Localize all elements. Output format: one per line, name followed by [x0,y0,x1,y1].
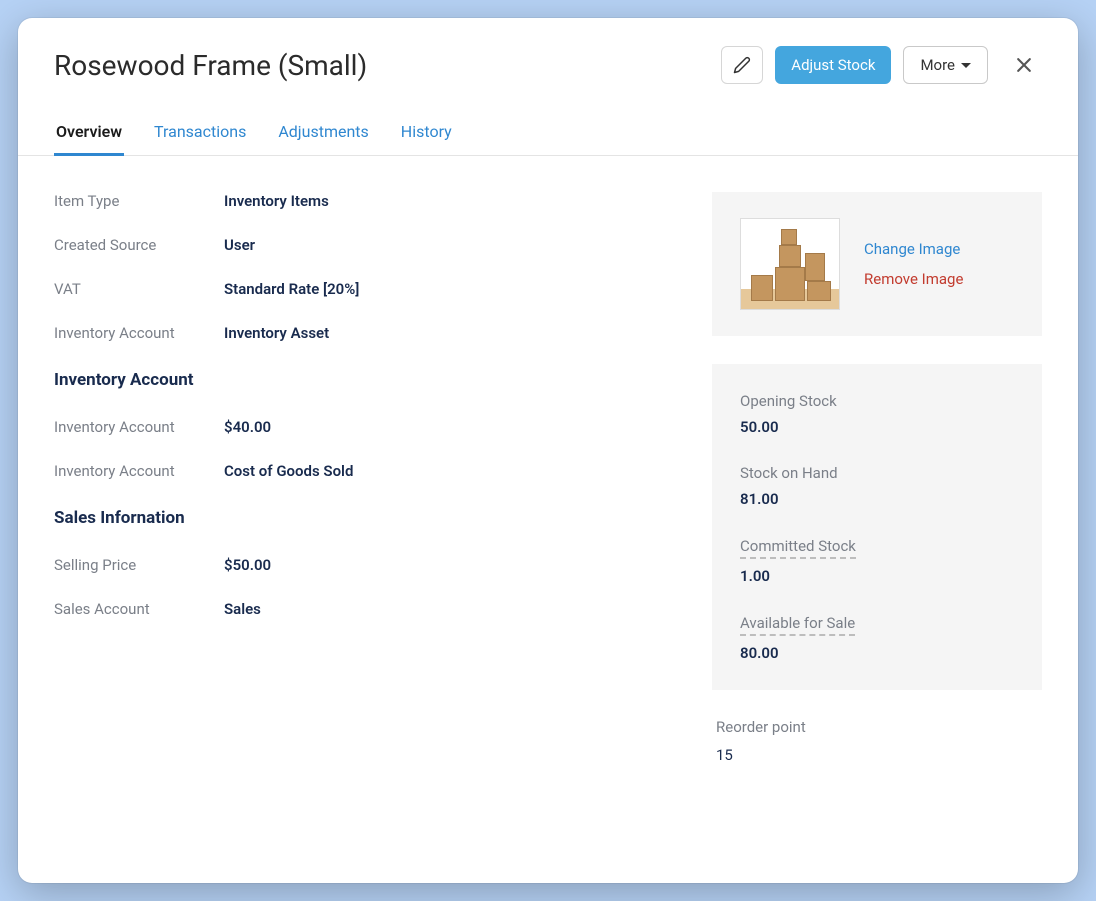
box-icon [805,253,825,281]
box-icon [781,229,797,245]
box-icon [779,245,801,267]
close-button[interactable] [1006,47,1042,83]
tabs: Overview Transactions Adjustments Histor… [18,112,1078,156]
row-inv-amount: Inventory Account $40.00 [54,418,682,436]
label-sales-account: Sales Account [54,600,224,618]
label-available-for-sale: Available for Sale [740,614,855,636]
row-inv-cogs: Inventory Account Cost of Goods Sold [54,462,682,480]
box-icon [775,267,805,301]
value-created-source: User [224,236,255,254]
adjust-stock-button[interactable]: Adjust Stock [775,46,891,84]
box-icon [807,281,831,301]
image-links: Change Image Remove Image [864,240,963,288]
value-sales-account: Sales [224,600,261,618]
chevron-down-icon [961,63,971,68]
left-column: Item Type Inventory Items Created Source… [54,192,682,764]
section-sales-information: Sales Infornation [54,508,682,528]
row-vat: VAT Standard Rate [20%] [54,280,682,298]
close-icon [1014,55,1034,75]
tab-transactions[interactable]: Transactions [152,112,248,156]
row-stock-on-hand: Stock on Hand 81.00 [740,464,1014,508]
value-item-type: Inventory Items [224,192,329,210]
label-reorder-point: Reorder point [716,718,1038,736]
label-opening-stock: Opening Stock [740,392,1014,410]
value-reorder-point: 15 [716,746,1038,764]
value-vat: Standard Rate [20%] [224,280,359,298]
label-inv-cogs: Inventory Account [54,462,224,480]
label-inv-amount: Inventory Account [54,418,224,436]
row-item-type: Item Type Inventory Items [54,192,682,210]
row-inventory-account: Inventory Account Inventory Asset [54,324,682,342]
label-created-source: Created Source [54,236,224,254]
more-button[interactable]: More [903,46,988,84]
box-icon [751,275,773,301]
remove-image-link[interactable]: Remove Image [864,270,963,288]
stock-panel: Opening Stock 50.00 Stock on Hand 81.00 … [712,364,1042,690]
label-committed-stock: Committed Stock [740,537,856,559]
value-inventory-account: Inventory Asset [224,324,329,342]
label-vat: VAT [54,280,224,298]
right-column: Change Image Remove Image Opening Stock … [712,192,1042,764]
edit-button[interactable] [721,46,763,84]
image-panel: Change Image Remove Image [712,192,1042,336]
row-created-source: Created Source User [54,236,682,254]
value-committed-stock: 1.00 [740,567,1014,585]
value-inv-amount: $40.00 [224,418,271,436]
value-opening-stock: 50.00 [740,418,1014,436]
section-inventory-account: Inventory Account [54,370,682,390]
value-available-for-sale: 80.00 [740,644,1014,662]
tab-adjustments[interactable]: Adjustments [276,112,370,156]
row-available-for-sale: Available for Sale 80.00 [740,613,1014,662]
row-selling-price: Selling Price $50.00 [54,556,682,574]
item-detail-window: Rosewood Frame (Small) Adjust Stock More… [18,18,1078,883]
reorder-point: Reorder point 15 [712,718,1042,764]
row-opening-stock: Opening Stock 50.00 [740,392,1014,436]
tab-history[interactable]: History [399,112,454,156]
content: Item Type Inventory Items Created Source… [18,156,1078,764]
value-inv-cogs: Cost of Goods Sold [224,462,353,480]
tab-overview[interactable]: Overview [54,112,124,156]
value-selling-price: $50.00 [224,556,271,574]
value-stock-on-hand: 81.00 [740,490,1014,508]
product-image [740,218,840,310]
label-selling-price: Selling Price [54,556,224,574]
row-committed-stock: Committed Stock 1.00 [740,536,1014,585]
row-sales-account: Sales Account Sales [54,600,682,618]
pencil-icon [733,56,751,74]
change-image-link[interactable]: Change Image [864,240,963,258]
header: Rosewood Frame (Small) Adjust Stock More [18,18,1078,84]
more-label: More [920,56,955,74]
label-stock-on-hand: Stock on Hand [740,464,1014,482]
page-title: Rosewood Frame (Small) [54,49,709,82]
label-inventory-account: Inventory Account [54,324,224,342]
label-item-type: Item Type [54,192,224,210]
